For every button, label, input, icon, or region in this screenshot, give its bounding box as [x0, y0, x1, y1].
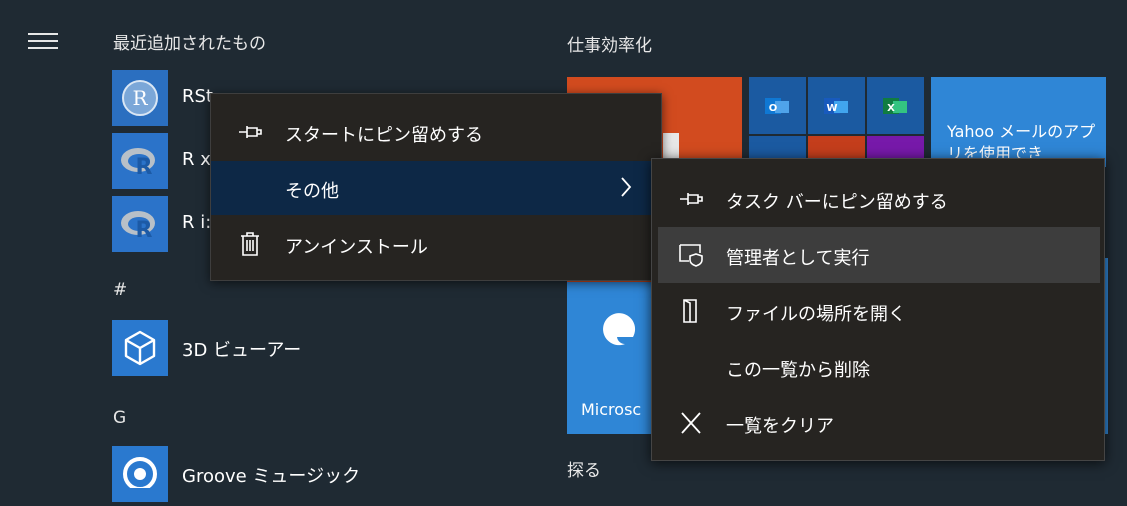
hamburger-line	[28, 33, 58, 35]
menu-item-label: タスク バーにピン留めする	[726, 192, 948, 213]
recent-section-header: 最近追加されたもの	[113, 34, 266, 54]
yahoo-mail-tile[interactable]: Yahoo メールのアプリを使用でき	[931, 77, 1106, 167]
menu-item-label: ファイルの場所を開く	[726, 304, 906, 325]
menu-item-clear-list[interactable]: 一覧をクリア	[652, 395, 1104, 451]
letter-header-hash[interactable]: #	[113, 280, 127, 300]
menu-item-remove-from-list[interactable]: この一覧から削除	[652, 339, 1104, 395]
menu-item-label: この一覧から削除	[726, 360, 870, 381]
menu-item-uninstall[interactable]: アンインストール	[211, 217, 661, 271]
pin-icon	[237, 120, 263, 144]
word-tile[interactable]: W	[808, 77, 865, 134]
menu-item-pin-to-taskbar[interactable]: タスク バーにピン留めする	[652, 171, 1104, 227]
outlook-tile[interactable]: O	[749, 77, 806, 134]
pin-icon	[678, 187, 704, 211]
folder-door-icon	[678, 299, 704, 323]
svg-text:R: R	[132, 86, 148, 110]
more-submenu: タスク バーにピン留めする 管理者として実行 ファイルの場所を開く この一覧から…	[651, 158, 1105, 461]
menu-item-pin-to-start[interactable]: スタートにピン留めする	[211, 105, 661, 159]
svg-text:W: W	[826, 103, 837, 114]
cube-icon	[112, 320, 168, 376]
menu-item-run-as-admin[interactable]: 管理者として実行	[658, 227, 1100, 283]
app-context-menu: スタートにピン留めする その他 アンインストール	[210, 93, 662, 281]
explore-group-header[interactable]: 探る	[567, 456, 601, 481]
svg-text:R: R	[136, 155, 153, 180]
trash-icon	[237, 232, 263, 256]
r-logo-icon: R	[112, 196, 168, 252]
shield-window-icon	[678, 243, 704, 267]
menu-item-label: 一覧をクリア	[726, 416, 834, 437]
svg-text:X: X	[887, 103, 895, 114]
hamburger-menu-button[interactable]	[28, 30, 58, 52]
menu-item-label: スタートにピン留めする	[285, 125, 483, 146]
menu-item-label: 管理者として実行	[726, 248, 870, 269]
hamburger-line	[28, 47, 58, 49]
app-list-item-groove-music[interactable]: Groove ミュージック	[104, 446, 544, 506]
chevron-right-icon	[618, 175, 634, 199]
edge-tile[interactable]: Microsc	[567, 282, 657, 434]
hamburger-line	[28, 40, 58, 42]
r-logo-icon: R	[112, 133, 168, 189]
excel-icon: X	[883, 98, 907, 114]
close-icon	[678, 411, 704, 435]
letter-header-g[interactable]: G	[113, 408, 126, 428]
app-name: R i:	[182, 212, 212, 233]
rstudio-icon: R	[112, 70, 168, 126]
outlook-icon: O	[765, 98, 789, 114]
app-name: R x	[182, 149, 211, 170]
menu-item-more[interactable]: その他	[211, 161, 661, 215]
menu-item-label: アンインストール	[285, 237, 428, 258]
svg-text:R: R	[136, 218, 153, 243]
groove-icon	[112, 446, 168, 502]
menu-item-open-file-location[interactable]: ファイルの場所を開く	[652, 283, 1104, 339]
edge-tile-label: Microsc	[581, 400, 642, 419]
word-icon: W	[824, 98, 848, 114]
svg-text:O: O	[769, 103, 778, 114]
edge-icon	[603, 313, 636, 346]
app-name: Groove ミュージック	[182, 466, 361, 487]
menu-item-label: その他	[285, 181, 339, 202]
app-name: 3D ビューアー	[182, 340, 302, 361]
excel-tile[interactable]: X	[867, 77, 924, 134]
app-name: RSt	[182, 86, 213, 107]
productivity-group-header[interactable]: 仕事効率化	[567, 31, 652, 56]
app-list-item-3d-viewer[interactable]: 3D ビューアー	[104, 320, 544, 380]
